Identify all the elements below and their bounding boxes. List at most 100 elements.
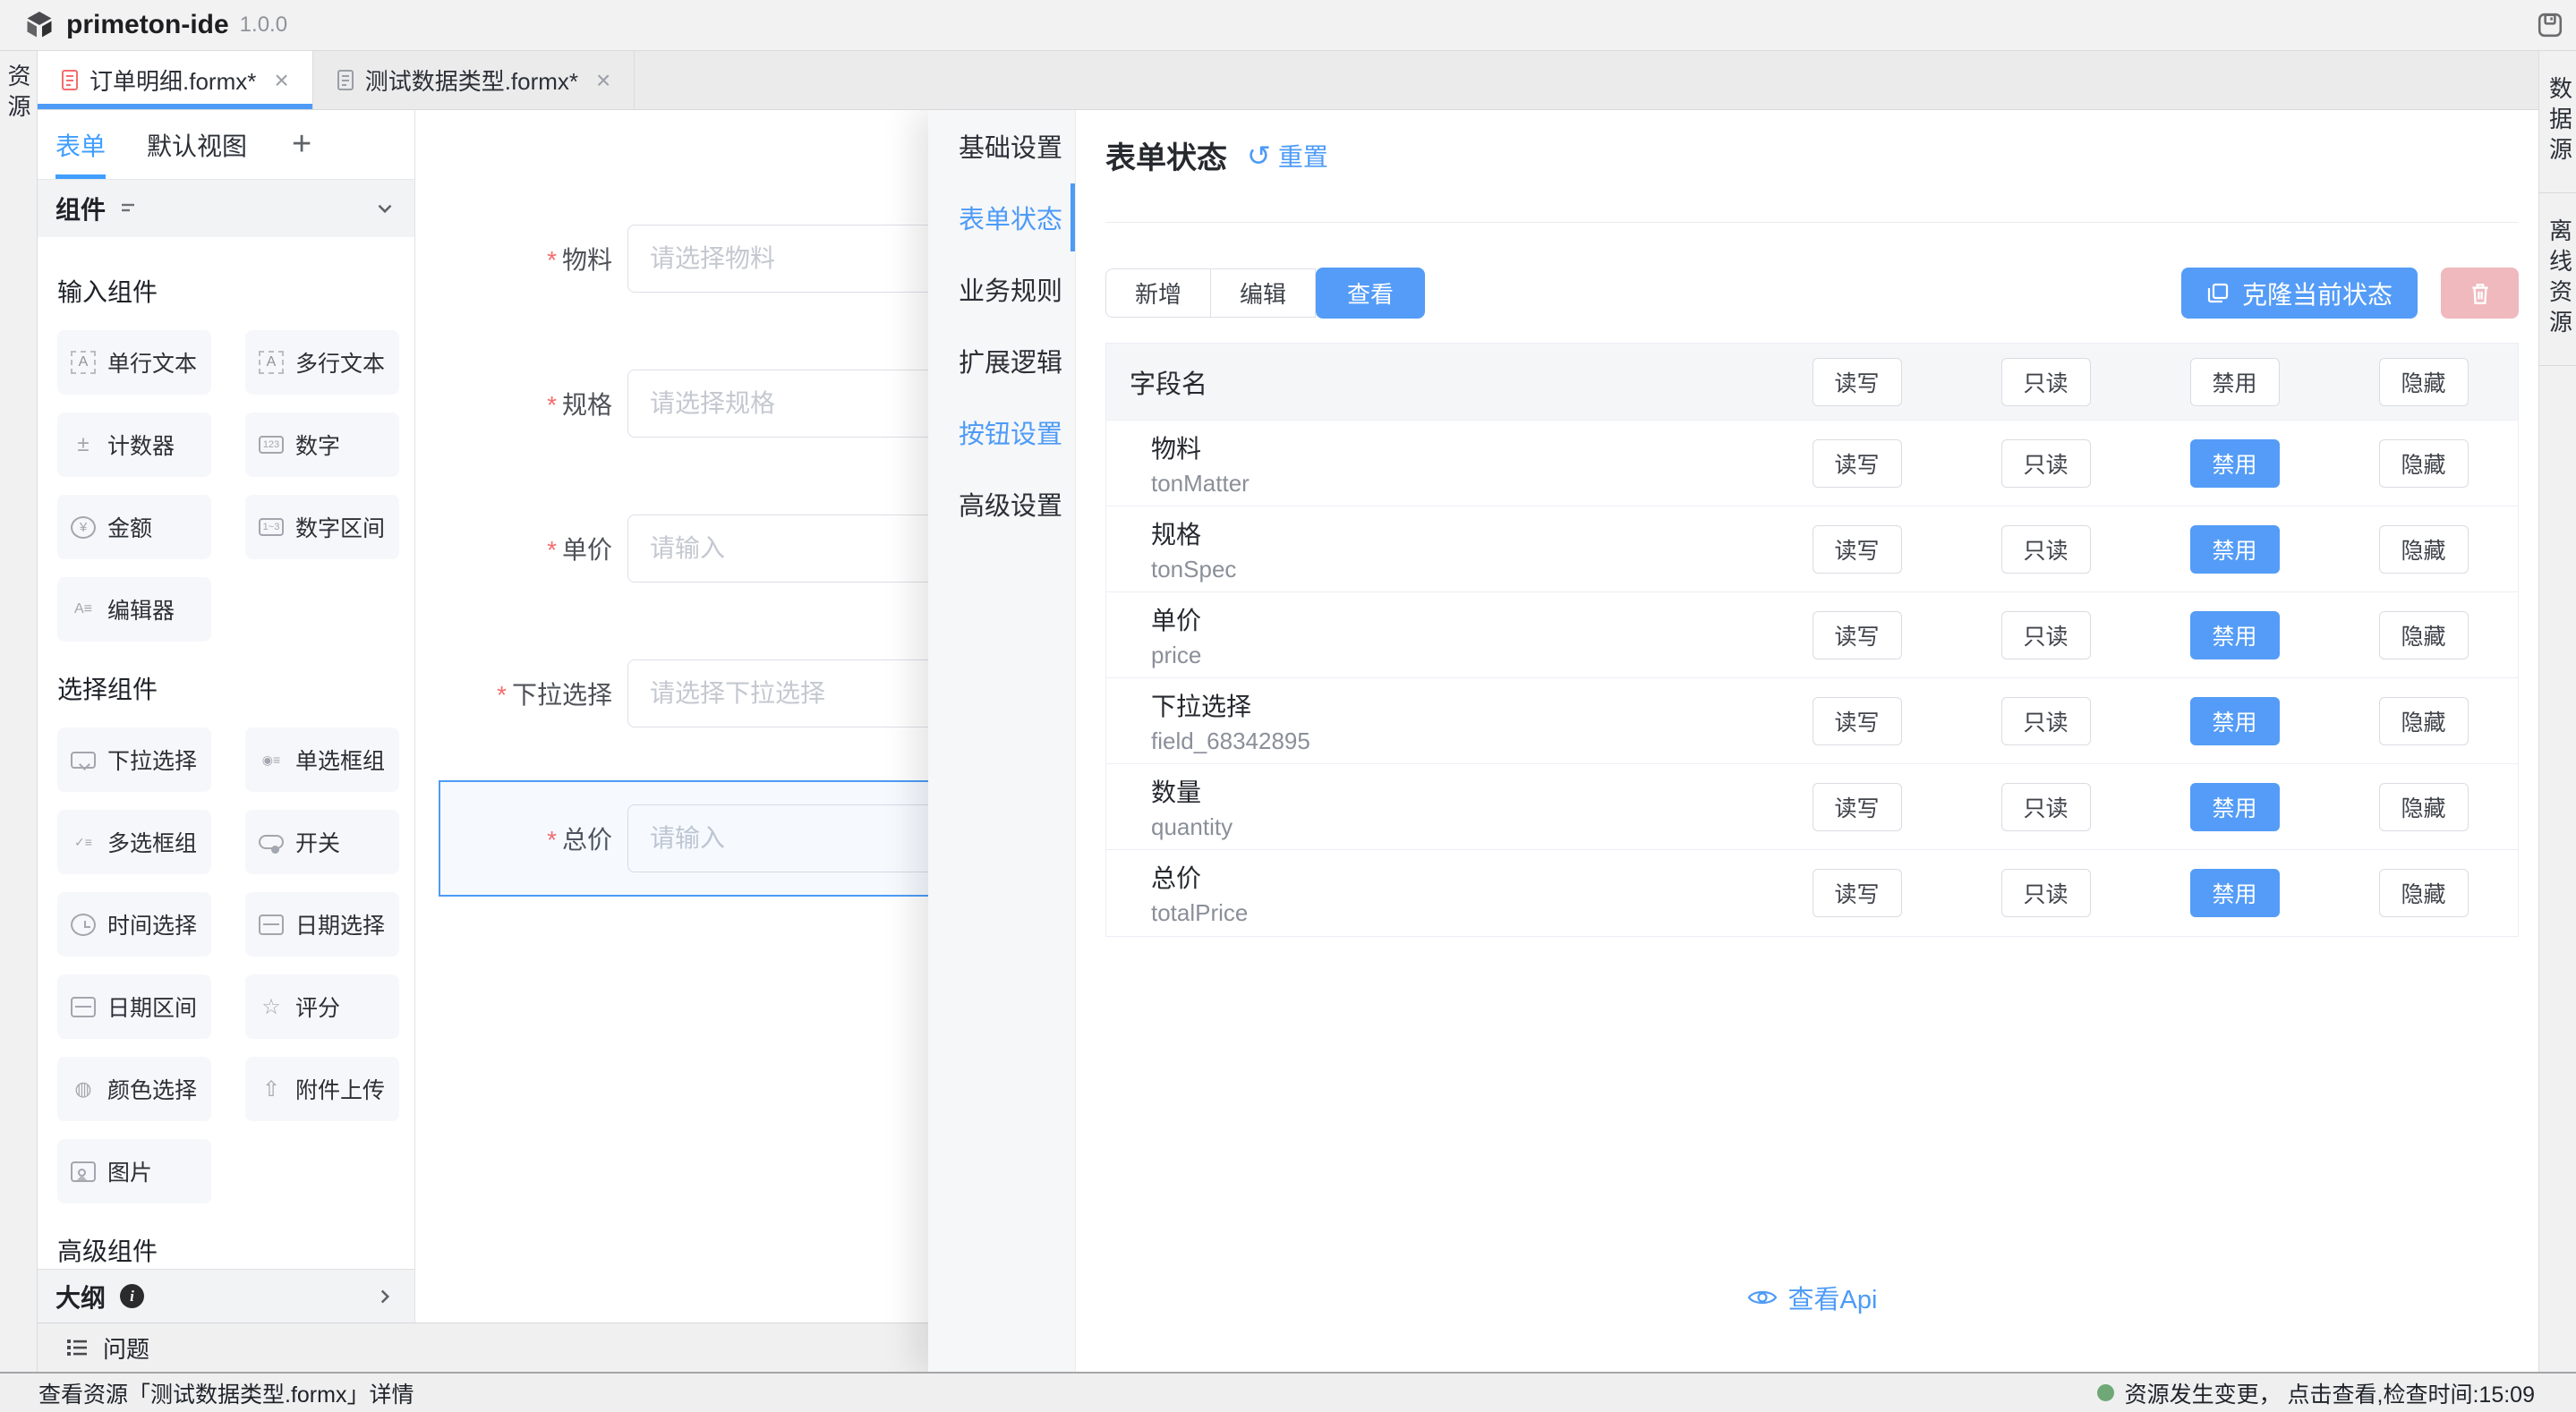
state-option-disabled[interactable]: 禁用 <box>2190 439 2280 488</box>
view-api-label: 查看Api <box>1788 1279 1878 1316</box>
component-item-label: 下拉选择 <box>107 744 197 776</box>
component-item[interactable]: ¥ 金额 <box>57 495 211 559</box>
state-option-readonly[interactable]: 只读 <box>2001 439 2091 488</box>
settings-menu-item[interactable]: 扩展逻辑 <box>928 325 1075 396</box>
component-item[interactable]: ✓≡ 多选框组 <box>57 810 211 874</box>
file-tab[interactable]: 订单明细.formx* × <box>38 51 313 109</box>
component-item[interactable]: 图片 <box>57 1139 211 1204</box>
component-item[interactable]: 日期选择 <box>245 892 399 957</box>
state-tab[interactable]: 编辑 <box>1211 268 1316 318</box>
form-state-panel: 表单状态 ↺ 重置 新增编辑查看 克隆当前状态 <box>1076 110 2538 1372</box>
state-option-readwrite[interactable]: 读写 <box>1813 525 1902 574</box>
state-option-disabled[interactable]: 禁用 <box>2190 697 2280 745</box>
component-item[interactable]: ◉≡ 单选框组 <box>245 727 399 792</box>
form-field-row[interactable]: *总价 <box>415 766 928 911</box>
right-rail: 数据源离线资源 <box>2538 51 2576 1372</box>
state-tab[interactable]: 查看 <box>1316 268 1425 319</box>
view-api-link[interactable]: 查看Api <box>1105 1279 2519 1316</box>
state-option-readonly[interactable]: 只读 <box>2001 358 2091 406</box>
reset-link[interactable]: ↺ 重置 <box>1247 138 1328 174</box>
form-field-row[interactable]: *下拉选择 <box>415 621 928 766</box>
rail-tab-1[interactable]: 离线资源 <box>2539 193 2576 366</box>
form-field-row[interactable]: *规格 <box>415 331 928 476</box>
clone-state-button[interactable]: 克隆当前状态 <box>2181 268 2418 319</box>
close-icon[interactable]: × <box>596 66 610 95</box>
state-option-readwrite[interactable]: 读写 <box>1813 869 1902 917</box>
component-item[interactable]: ± 计数器 <box>57 413 211 477</box>
view-tab[interactable]: 默认视图 <box>147 110 247 179</box>
component-item[interactable]: ◍ 颜色选择 <box>57 1057 211 1121</box>
switch-icon <box>259 835 284 849</box>
file-icon <box>337 69 354 91</box>
state-option-disabled[interactable]: 禁用 <box>2190 358 2280 406</box>
state-option-readwrite[interactable]: 读写 <box>1813 611 1902 659</box>
field-row-label: 单价 <box>1151 601 1762 637</box>
component-item-label: 单行文本 <box>107 346 197 379</box>
state-option-disabled[interactable]: 禁用 <box>2190 869 2280 917</box>
state-option-hidden[interactable]: 隐藏 <box>2379 697 2469 745</box>
state-option-disabled[interactable]: 禁用 <box>2190 525 2280 574</box>
state-option-hidden[interactable]: 隐藏 <box>2379 358 2469 406</box>
rail-tab-resources[interactable]: 资源 <box>2 64 35 1372</box>
component-section: 选择组件 下拉选择 ◉≡ 单选框组 ✓≡ 多选框组 开关 时间选择 日期选择 日… <box>57 670 414 1204</box>
add-view-button[interactable]: + <box>292 125 311 164</box>
editor-icon: A≡ <box>71 597 96 622</box>
component-item[interactable]: A 多行文本 <box>245 330 399 395</box>
component-item[interactable]: 下拉选择 <box>57 727 211 792</box>
component-item[interactable]: 开关 <box>245 810 399 874</box>
state-option-readwrite[interactable]: 读写 <box>1813 697 1902 745</box>
save-icon[interactable] <box>2537 12 2563 38</box>
state-option-hidden[interactable]: 隐藏 <box>2379 869 2469 917</box>
component-item[interactable]: A≡ 编辑器 <box>57 577 211 642</box>
date-range-icon <box>71 997 96 1017</box>
component-item[interactable]: ⇧ 附件上传 <box>245 1057 399 1121</box>
status-right-text: 资源发生变更， 点击查看,检查时间:15:09 <box>2125 1377 2535 1409</box>
state-option-disabled[interactable]: 禁用 <box>2190 611 2280 659</box>
problems-bar[interactable]: 问题 <box>38 1323 928 1372</box>
state-option-readwrite[interactable]: 读写 <box>1813 358 1902 406</box>
state-option-readonly[interactable]: 只读 <box>2001 697 2091 745</box>
state-option-hidden[interactable]: 隐藏 <box>2379 611 2469 659</box>
settings-menu-item[interactable]: 按钮设置 <box>928 396 1075 468</box>
chevron-right-icon[interactable] <box>373 1285 397 1308</box>
close-icon[interactable]: × <box>274 66 288 95</box>
component-item[interactable]: 日期区间 <box>57 974 211 1039</box>
component-item[interactable]: 1~3 数字区间 <box>245 495 399 559</box>
state-option-readwrite[interactable]: 读写 <box>1813 439 1902 488</box>
component-item[interactable]: 123 数字 <box>245 413 399 477</box>
state-option-disabled[interactable]: 禁用 <box>2190 783 2280 831</box>
file-tab[interactable]: 测试数据类型.formx* × <box>313 51 635 109</box>
outline-bar[interactable]: 大纲 i <box>38 1269 415 1323</box>
state-option-readonly[interactable]: 只读 <box>2001 783 2091 831</box>
counter-icon: ± <box>71 432 96 457</box>
app-name: primeton-ide <box>66 10 229 40</box>
state-option-hidden[interactable]: 隐藏 <box>2379 439 2469 488</box>
component-item[interactable]: 时间选择 <box>57 892 211 957</box>
settings-menu-item[interactable]: 表单状态 <box>928 182 1075 253</box>
rail-tab-0[interactable]: 数据源 <box>2539 51 2576 193</box>
view-tab[interactable]: 表单 <box>55 110 106 179</box>
state-tab[interactable]: 新增 <box>1105 268 1211 318</box>
state-option-readonly[interactable]: 只读 <box>2001 869 2091 917</box>
state-option-readwrite[interactable]: 读写 <box>1813 783 1902 831</box>
field-row-code: price <box>1151 642 1762 669</box>
chevron-down-icon[interactable] <box>373 197 397 220</box>
settings-menu-item[interactable]: 高级设置 <box>928 468 1075 540</box>
state-option-readonly[interactable]: 只读 <box>2001 525 2091 574</box>
status-right[interactable]: 资源发生变更， 点击查看,检查时间:15:09 <box>2097 1377 2535 1409</box>
settings-menu-item[interactable]: 业务规则 <box>928 253 1075 325</box>
component-item[interactable]: ☆ 评分 <box>245 974 399 1039</box>
status-left-text[interactable]: 查看资源「测试数据类型.formx」详情 <box>38 1377 414 1409</box>
delete-state-button[interactable] <box>2441 268 2519 319</box>
component-item[interactable]: A 单行文本 <box>57 330 211 395</box>
settings-menu-item[interactable]: 基础设置 <box>928 110 1075 182</box>
eye-icon <box>1747 1286 1778 1309</box>
number-range-icon: 1~3 <box>259 518 284 536</box>
form-field-row[interactable]: *物料 <box>415 186 928 331</box>
form-canvas: *物料 *规格 *单价 *下拉选择 *总价 <box>415 110 928 1372</box>
state-option-hidden[interactable]: 隐藏 <box>2379 525 2469 574</box>
state-option-readonly[interactable]: 只读 <box>2001 611 2091 659</box>
component-list-icon <box>118 199 138 218</box>
form-field-row[interactable]: *单价 <box>415 476 928 621</box>
state-option-hidden[interactable]: 隐藏 <box>2379 783 2469 831</box>
